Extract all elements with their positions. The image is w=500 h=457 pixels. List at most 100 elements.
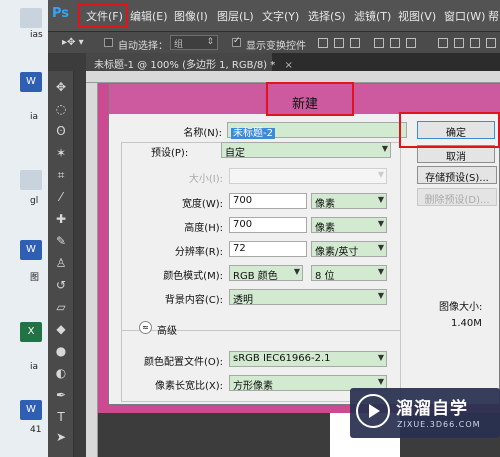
resolution-label: 分辨率(R): [174,247,223,258]
pixel-aspect-label: 像素长宽比(X): [154,381,223,392]
background-dropdown[interactable]: 透明 ▼ [229,289,387,306]
chevron-down-icon: ▼ [377,377,384,386]
show-transform-checkbox[interactable] [232,36,241,47]
document-tab-bar: 未标题-1 @ 100% (多边形 1, RGB/8) * × [86,53,500,71]
color-profile-dropdown[interactable]: sRGB IEC61966-2.1 ▼ [229,351,387,367]
distribute-left-icon[interactable] [486,38,496,48]
type-tool-icon[interactable]: T [53,409,69,425]
chevron-down-icon: ▼ [377,267,384,276]
desktop-icon-label: ia [30,112,39,122]
desktop-icon-label: 41 [30,425,42,435]
chevron-down-icon: ▼ [377,219,384,228]
eraser-tool-icon[interactable]: ▱ [53,299,69,315]
watermark-subtitle: ZIXUE.3D66.COM [397,420,481,429]
watermark: 溜溜自学 ZIXUE.3D66.COM [350,388,500,438]
menu-filter[interactable]: 滤镜(T) [354,8,391,24]
advanced-toggle-icon[interactable]: ≈ [139,321,152,334]
excel-icon[interactable]: X [20,322,42,342]
color-mode-dropdown[interactable]: RGB 颜色 ▼ [229,265,303,282]
menu-image[interactable]: 图像(I) [174,8,208,24]
brush-tool-icon[interactable]: ✎ [53,233,69,249]
stamp-tool-icon[interactable]: ♙ [53,255,69,271]
auto-select-dropdown[interactable]: 组 ⇕ [170,35,218,50]
align-middle-icon[interactable] [334,38,344,48]
distribute-bottom-icon[interactable] [470,38,480,48]
align-left-icon[interactable] [374,38,384,48]
desktop-strip: ias W ia gl W 图 X ia W 41 [0,0,48,457]
distribute-middle-icon[interactable] [454,38,464,48]
image-size-value: 1.40M [451,318,482,329]
word-icon[interactable]: W [20,400,42,420]
image-size-label: 图像大小: [439,302,483,313]
bit-depth-value: 8 位 [315,271,335,282]
height-field[interactable]: 700 [229,217,307,233]
document-tab[interactable]: 未标题-1 @ 100% (多边形 1, RGB/8) * × [86,53,293,71]
menu-window[interactable]: 窗口(W) [444,8,485,24]
document-icon[interactable] [20,170,42,190]
menu-edit[interactable]: 编辑(E) [130,8,168,24]
toolbox: ✥ ◌ ʘ ✶ ⌗ ⁄ ✚ ✎ ♙ ↺ ▱ ◆ ● ◐ ✒ T ➤ [48,71,74,457]
align-bottom-icon[interactable] [350,38,360,48]
bit-depth-dropdown[interactable]: 8 位 ▼ [311,265,387,282]
menu-select[interactable]: 选择(S) [308,8,346,24]
healing-brush-icon[interactable]: ✚ [53,211,69,227]
width-unit-dropdown[interactable]: 像素 ▼ [311,193,387,210]
move-tool-icon[interactable]: ▸✥ ▾ [62,37,84,48]
name-field[interactable]: 未标题-2 [227,122,407,139]
width-label: 宽度(W): [181,199,223,210]
document-icon[interactable] [20,8,42,28]
desktop-icon-label: gl [30,196,39,206]
distribute-top-icon[interactable] [438,38,448,48]
close-icon[interactable]: × [284,60,292,71]
blur-tool-icon[interactable]: ● [53,343,69,359]
photoshop-logo: Ps [52,6,70,21]
menu-file[interactable]: 文件(F) [86,8,123,24]
magic-wand-icon[interactable]: ✶ [53,145,69,161]
align-right-icon[interactable] [406,38,416,48]
color-mode-value: RGB 颜色 [233,271,278,282]
auto-select-dropdown-value: 组 [174,40,184,50]
word-icon[interactable]: W [20,240,42,260]
menu-help[interactable]: 帮 [488,8,499,24]
pixel-aspect-value: 方形像素 [233,381,273,392]
history-brush-icon[interactable]: ↺ [53,277,69,293]
pen-tool-icon[interactable]: ✒ [53,387,69,403]
height-unit-dropdown[interactable]: 像素 ▼ [311,217,387,234]
marquee-tool-icon[interactable]: ◌ [53,101,69,117]
color-mode-label: 颜色模式(M): [163,271,223,282]
delete-preset-button: 删除预设(D)... [417,188,497,206]
new-document-dialog: 新建 名称(N): 未标题-2 预设(P): 自定 ▼ 大小(I): ▼ 宽度(… [108,83,500,405]
name-value: 未标题-2 [231,128,275,139]
dodge-tool-icon[interactable]: ◐ [53,365,69,381]
lasso-tool-icon[interactable]: ʘ [53,123,69,139]
color-profile-value: sRGB IEC61966-2.1 [233,353,331,364]
options-bar: ▸✥ ▾ 自动选择： 组⇕ 显示变换控件 [48,31,500,53]
move-tool-icon[interactable]: ✥ [53,79,69,95]
resolution-unit-dropdown[interactable]: 像素/英寸 ▼ [311,241,387,258]
resolution-field[interactable]: 72 [229,241,307,257]
save-preset-button[interactable]: 存储预设(S)... [417,166,497,184]
size-label: 大小(I): [188,174,223,185]
eyedropper-tool-icon[interactable]: ⁄ [53,189,69,205]
width-unit-value: 像素 [315,199,335,210]
cancel-button[interactable]: 取消 [417,145,495,163]
align-top-icon[interactable] [318,38,328,48]
word-icon[interactable]: W [20,72,42,92]
width-field[interactable]: 700 [229,193,307,209]
auto-select-checkbox[interactable] [104,38,113,47]
advanced-label: 高级 [157,326,177,337]
preset-dropdown[interactable]: 自定 ▼ [221,142,391,159]
chevron-down-icon: ▼ [377,195,384,204]
ok-button[interactable]: 确定 [417,121,495,139]
menu-view[interactable]: 视图(V) [398,8,436,24]
align-center-icon[interactable] [390,38,400,48]
chevron-down-icon: ▼ [377,353,384,362]
menu-layer[interactable]: 图层(L) [217,8,254,24]
width-value: 700 [233,195,253,206]
height-value: 700 [233,219,253,230]
paint-bucket-icon[interactable]: ◆ [53,321,69,337]
path-selection-icon[interactable]: ➤ [53,429,69,445]
crop-tool-icon[interactable]: ⌗ [53,167,69,183]
menu-type[interactable]: 文字(Y) [262,8,299,24]
auto-select-label: 自动选择： [118,41,168,52]
